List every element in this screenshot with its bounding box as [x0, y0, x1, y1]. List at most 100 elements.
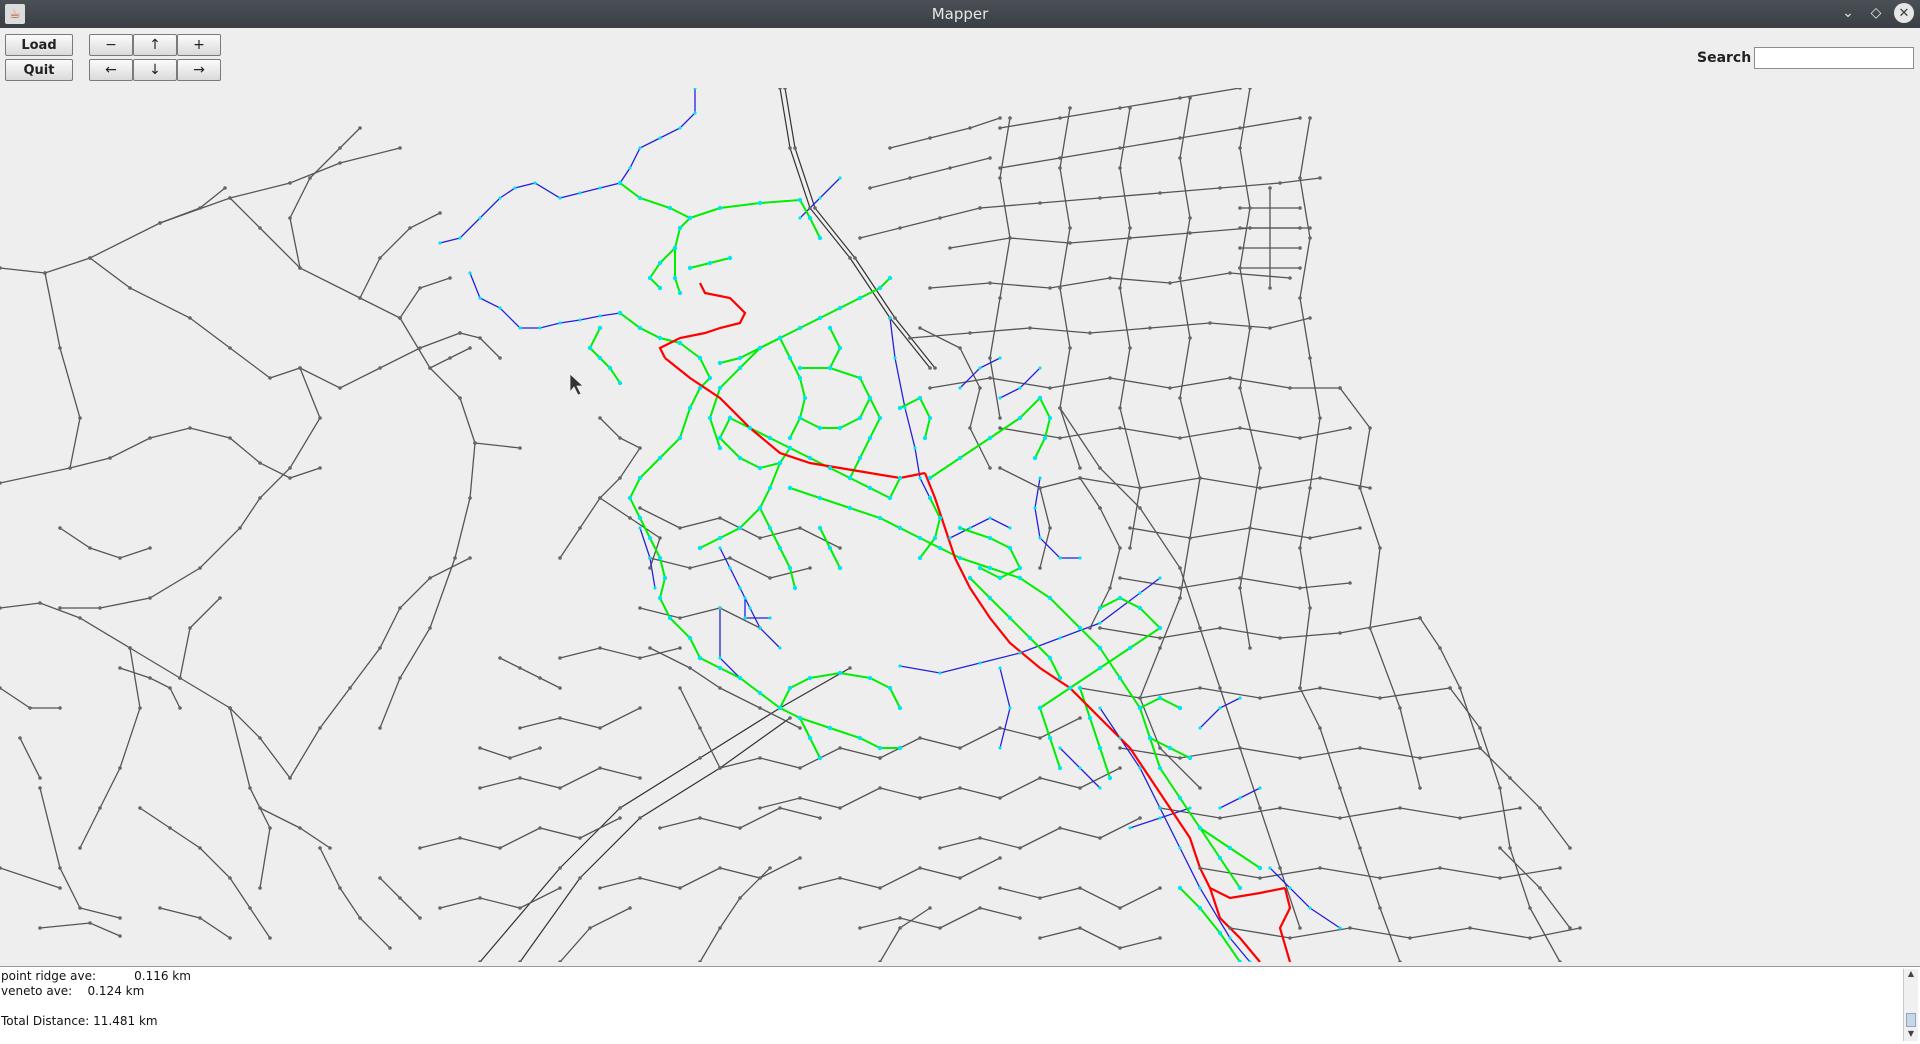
map-node [473, 441, 477, 445]
search-input[interactable] [1754, 47, 1914, 69]
map-node [98, 806, 102, 810]
map-node [948, 536, 952, 540]
map-node [1178, 136, 1182, 140]
node-layer [0, 88, 1582, 962]
minimize-icon[interactable]: ⌄ [1838, 3, 1858, 23]
map-node [938, 671, 942, 675]
map-node [1418, 616, 1422, 620]
map-node [118, 766, 122, 770]
output-scrollbar[interactable]: ▲ ▼ [1903, 969, 1918, 1041]
map-node [1097, 745, 1103, 751]
pan-left-button[interactable]: ← [89, 59, 133, 81]
scroll-thumb[interactable] [1906, 1013, 1916, 1027]
map-node [598, 886, 602, 890]
map-node [887, 685, 893, 691]
map-node [1308, 536, 1312, 540]
map-node [1238, 206, 1242, 210]
pan-up-button[interactable]: ↑ [133, 34, 177, 56]
quit-button[interactable]: Quit [5, 59, 73, 81]
map-node [877, 745, 883, 751]
map-node [638, 446, 642, 450]
maximize-icon[interactable]: ◇ [1866, 3, 1886, 23]
map-node [38, 786, 42, 790]
map-node [148, 546, 152, 550]
map-node [618, 476, 622, 480]
map-node [998, 466, 1002, 470]
map-node [857, 455, 863, 461]
map-node [988, 376, 992, 380]
map-node [998, 296, 1002, 300]
map-node [807, 675, 813, 681]
map-node [308, 176, 312, 180]
map-node [1178, 596, 1182, 600]
map-node [448, 356, 452, 360]
map-node [78, 616, 82, 620]
map-node [418, 286, 422, 290]
map-node [198, 566, 202, 570]
map-node [813, 206, 817, 210]
output-panel[interactable]: point ridge ave: 0.116 km veneto ave: 0.… [0, 966, 1920, 1044]
map-node [1137, 705, 1143, 711]
map-node [438, 211, 442, 215]
map-node [867, 485, 873, 491]
map-node [378, 646, 382, 650]
map-node [1038, 936, 1042, 940]
map-node [258, 806, 262, 810]
map-node [948, 246, 952, 250]
map-node [88, 921, 92, 925]
map-node [618, 816, 622, 820]
map-node [1198, 886, 1202, 890]
map-node [558, 556, 562, 560]
map-node [638, 506, 642, 510]
pan-right-button[interactable]: → [177, 59, 221, 81]
map-node [938, 846, 942, 850]
map-node [707, 375, 713, 381]
map-node [797, 715, 803, 721]
map-node [1038, 201, 1042, 205]
scroll-down-icon[interactable]: ▼ [1904, 1029, 1918, 1041]
pan-down-button[interactable]: ↓ [133, 59, 177, 81]
map-node [1058, 116, 1062, 120]
map-node [878, 756, 882, 760]
map-node [1042, 435, 1048, 441]
map-node [1118, 106, 1122, 110]
map-node [1078, 716, 1082, 720]
map-node [1278, 181, 1282, 185]
map-node [1018, 916, 1022, 920]
map-node [1178, 586, 1182, 590]
map-node [987, 535, 993, 541]
map-node [1118, 576, 1122, 580]
map-node [1418, 786, 1422, 790]
zoom-in-button[interactable]: + [177, 34, 221, 56]
map-node [787, 685, 793, 691]
map-node [697, 385, 703, 391]
map-node [998, 396, 1002, 400]
map-node [818, 816, 822, 820]
close-icon[interactable]: ✕ [1894, 3, 1914, 23]
map-node [578, 191, 582, 195]
map-node [847, 475, 853, 481]
map-canvas[interactable] [0, 88, 1920, 962]
map-node [877, 415, 883, 421]
scroll-up-icon[interactable]: ▲ [1904, 969, 1918, 981]
map-node [68, 466, 72, 470]
zoom-out-button[interactable]: − [89, 34, 133, 56]
map-node [888, 316, 892, 320]
map-node [1198, 866, 1202, 870]
map-node [717, 445, 723, 451]
map-node [767, 525, 773, 531]
search-label: Search [1697, 50, 1752, 66]
map-node [468, 496, 472, 500]
map-node [937, 545, 943, 551]
map-node [1508, 846, 1512, 850]
map-node [538, 326, 542, 330]
map-node [1218, 806, 1222, 810]
map-node [478, 336, 482, 340]
map-node [1158, 746, 1162, 750]
map-node [398, 606, 402, 610]
load-button[interactable]: Load [5, 34, 73, 56]
map-node [1238, 426, 1242, 430]
map-node [418, 346, 422, 350]
map-node [1368, 486, 1372, 490]
map-node [932, 535, 938, 541]
